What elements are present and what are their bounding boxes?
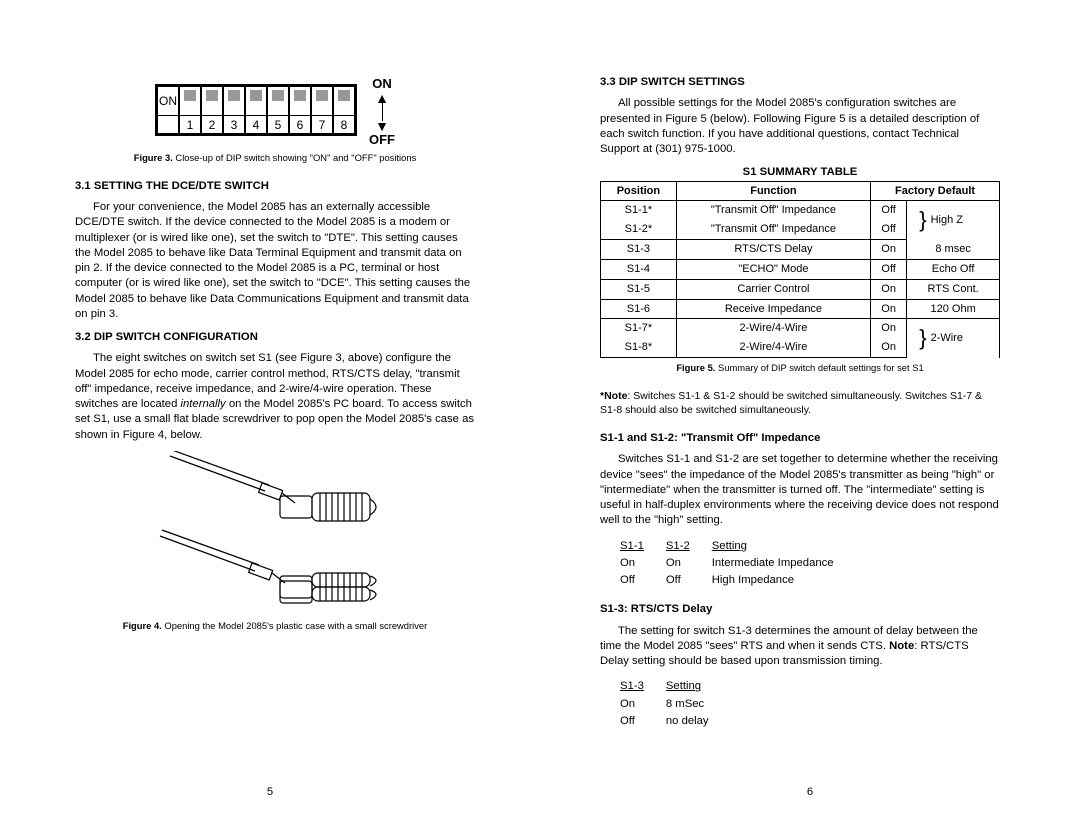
paragraph-s1-1-2: Switches S1-1 and S1-2 are set together … [600,452,1000,528]
dip-num: 2 [201,116,223,134]
dip-num: 8 [333,116,355,134]
summary-table-title: S1 SUMMARY TABLE [600,165,1000,180]
dip-box: ON 1 2 3 4 [155,84,357,139]
impedance-table: S1-1 S1-2 Setting OnOnIntermediate Imped… [618,537,856,591]
arrow-off-label: OFF [369,131,395,149]
heading-3-2: 3.2 DIP SWITCH CONFIGURATION [75,330,475,345]
page: ON 1 2 3 4 [0,0,1080,834]
summary-table: Position Function Factory Default S1-1*"… [600,181,1000,359]
th-function: Function [676,181,870,201]
paragraph-3-1: For your convenience, the Model 2085 has… [75,200,475,322]
figure-4-drawing [130,451,420,616]
paragraph-3-3: All possible settings for the Model 2085… [600,96,1000,157]
brace-icon: } [919,207,926,232]
dip-num: 6 [289,116,311,134]
heading-3-1: 3.1 SETTING THE DCE/DTE SWITCH [75,179,475,194]
left-column: ON 1 2 3 4 [0,0,540,834]
paragraph-3-2: The eight switches on switch set S1 (see… [75,351,475,443]
paragraph-s1-3: The setting for switch S1-3 determines t… [600,624,1000,670]
on-off-arrow: ON ▲ ▼ OFF [369,75,395,148]
heading-3-3: 3.3 DIP SWITCH SETTINGS [600,75,1000,90]
dip-num: 5 [267,116,289,134]
figure-5-caption: Figure 5. Summary of DIP switch default … [600,362,1000,375]
th-position: Position [601,181,677,201]
brace-icon: } [919,325,926,350]
page-number-left: 5 [0,785,540,800]
arrow-up-icon: ▲ [375,93,389,103]
dip-switch-figure: ON 1 2 3 4 [75,75,475,148]
heading-s1-3: S1-3: RTS/CTS Delay [600,602,1000,617]
heading-s1-1-2: S1-1 and S1-2: "Transmit Off" Impedance [600,431,1000,446]
arrow-down-icon: ▼ [375,121,389,131]
switch-note: *Note: Switches S1-1 & S1-2 should be sw… [600,389,1000,417]
page-number-right: 6 [540,785,1080,800]
right-column: 3.3 DIP SWITCH SETTINGS All possible set… [540,0,1080,834]
dip-num: 1 [179,116,201,134]
th-default: Factory Default [871,181,1000,201]
dip-on-label: ON [157,86,179,116]
dip-num: 4 [245,116,267,134]
dip-num: 3 [223,116,245,134]
figure-3-caption: Figure 3. Close-up of DIP switch showing… [75,152,475,165]
dip-num: 7 [311,116,333,134]
delay-table: S1-3 Setting On8 mSec Offno delay [618,677,731,731]
figure-4-caption: Figure 4. Opening the Model 2085's plast… [75,620,475,633]
